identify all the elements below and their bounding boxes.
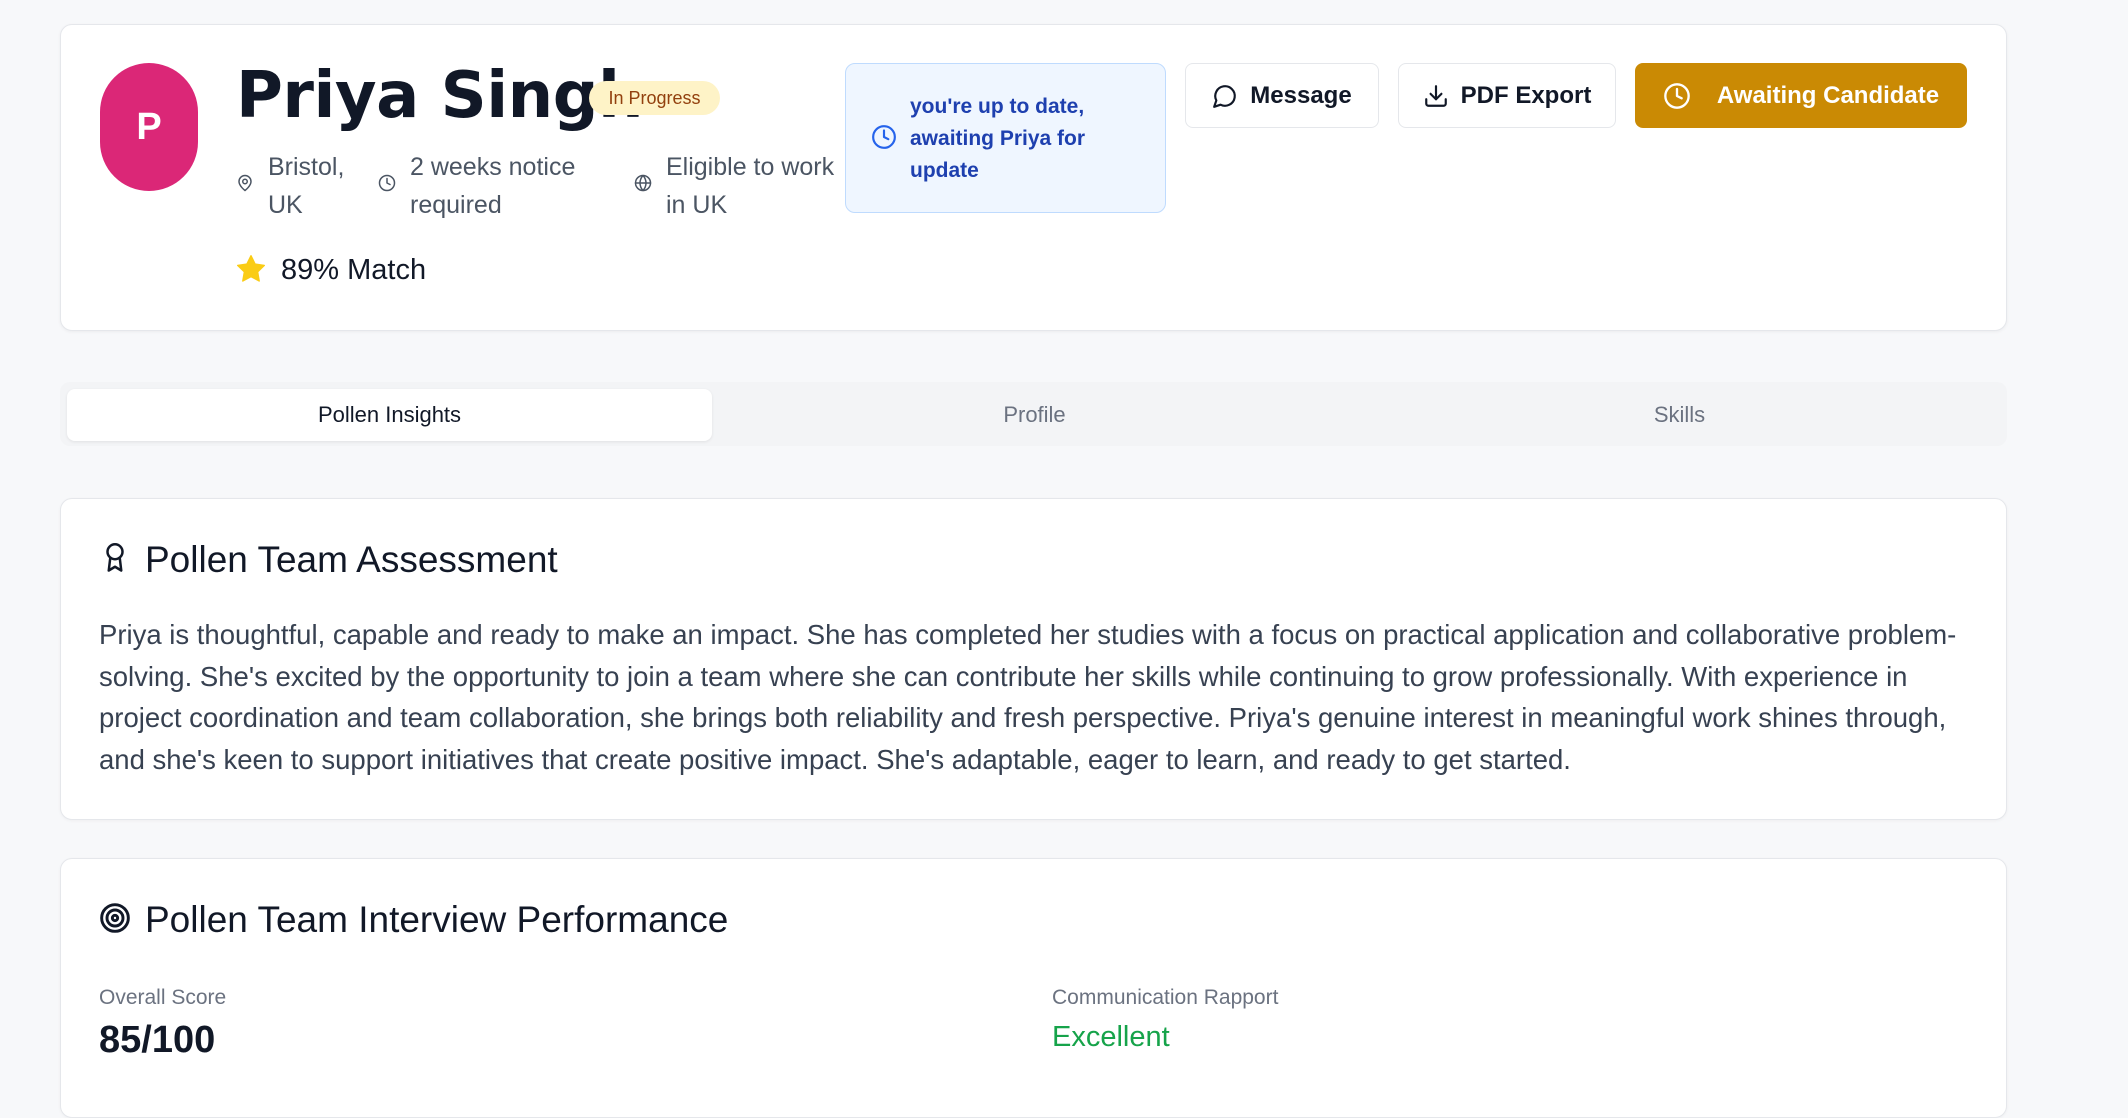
notice-period-text: 2 weeks notice required [410,148,575,224]
notice-line-2: required [410,191,502,219]
tab-profile[interactable]: Profile [712,389,1357,441]
eligibility-line-2: in UK [666,191,728,219]
location-line-1: Bristol, [268,153,345,181]
tab-skills[interactable]: Skills [1357,389,2002,441]
message-button-label: Message [1250,81,1352,109]
notice-line-1: 2 weeks notice [410,153,576,181]
award-icon [106,543,124,572]
avatar: P [100,63,198,191]
awaiting-candidate-button[interactable]: Awaiting Candidate [1635,63,1967,128]
overall-score-label: Overall Score [99,986,227,1009]
target-icon [100,903,130,933]
eligibility-line-1: Eligible to work [666,153,835,181]
avatar-initial: P [136,105,162,148]
clock-icon [378,174,396,192]
communication-rapport-label: Communication Rapport [1052,986,1279,1009]
status-notice-text: you're up to date, awaiting Priya for up… [910,95,1086,182]
communication-rapport-value: Excellent [1052,1021,1170,1053]
download-icon [1424,84,1447,107]
match-score: 89% Match [281,254,427,286]
awaiting-candidate-button-label: Awaiting Candidate [1716,81,1940,109]
assessment-body: Priya is thoughtful, capable and ready t… [99,619,1957,775]
assessment-title: Pollen Team Assessment [145,539,558,580]
pdf-export-button[interactable]: PDF Export [1398,63,1616,128]
message-button[interactable]: Message [1185,63,1379,128]
clock-icon [872,125,896,149]
overall-score-value: 85/100 [99,1019,216,1061]
eligibility-text: Eligible to work in UK [666,148,834,224]
message-circle-icon [1213,84,1237,108]
status-badge: In Progress [589,81,720,115]
globe-icon [634,174,652,192]
location-text: Bristol, UK [268,148,344,224]
star-icon [237,255,265,282]
map-pin-icon [238,174,252,192]
clock-icon [1664,82,1690,109]
candidate-name: Priya Singh [236,59,644,133]
interview-title: Pollen Team Interview Performance [145,899,729,940]
pdf-export-button-label: PDF Export [1460,81,1592,109]
location-line-2: UK [268,191,303,219]
tab-pollen-insights[interactable]: Pollen Insights [67,389,712,441]
